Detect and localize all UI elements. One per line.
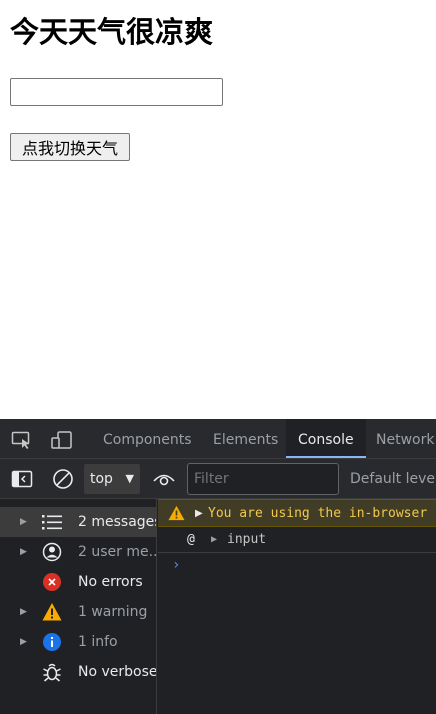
stack-trace-row[interactable]: @ ▶ input <box>158 527 436 553</box>
text-input[interactable] <box>10 78 223 106</box>
devtools-panel: Components Elements Console Network top … <box>0 419 436 714</box>
expand-triangle-icon: ▶ <box>20 607 27 617</box>
inspect-element-icon[interactable] <box>11 431 33 449</box>
error-icon <box>42 572 62 592</box>
log-levels-dropdown[interactable]: Default levels <box>350 459 436 499</box>
console-output: ▶ You are using the in-browser @ ▶ input… <box>158 499 436 714</box>
bug-icon <box>42 662 62 682</box>
clear-console-icon[interactable] <box>52 468 74 490</box>
tab-components[interactable]: Components <box>103 419 192 458</box>
sidebar-item-label: No errors <box>78 574 143 590</box>
expand-triangle-icon: ▶ <box>20 517 27 527</box>
tab-network[interactable]: Network <box>376 419 434 458</box>
stack-trace-label: input <box>227 532 267 547</box>
warning-message-row[interactable]: ▶ You are using the in-browser <box>158 499 436 527</box>
expand-triangle-icon: ▶ <box>20 547 27 557</box>
user-icon <box>42 542 62 562</box>
expand-triangle-icon[interactable]: ▶ <box>195 500 203 526</box>
device-toolbar-icon[interactable] <box>51 431 73 449</box>
info-icon <box>42 632 62 652</box>
devtools-tabbar: Components Elements Console Network <box>0 419 436 459</box>
sidebar-item-errors[interactable]: No errors <box>0 567 156 597</box>
page-heading: 今天天气很凉爽 <box>10 15 214 49</box>
page-content: 今天天气很凉爽 点我切换天气 <box>0 0 436 419</box>
sidebar-item-label: 2 user me... <box>78 544 156 560</box>
warning-icon <box>168 505 185 521</box>
stack-at-symbol: @ <box>187 532 195 547</box>
expand-triangle-icon: ▶ <box>20 637 27 647</box>
sidebar-item-label: No verbose <box>78 664 156 680</box>
expand-triangle-icon[interactable]: ▶ <box>211 527 217 552</box>
context-label: top <box>90 471 113 487</box>
sidebar-item-verbose[interactable]: No verbose <box>0 657 156 687</box>
sidebar-item-info[interactable]: ▶ 1 info <box>0 627 156 657</box>
sidebar-item-messages[interactable]: ▶ 2 messages <box>0 507 156 537</box>
sidebar-item-label: 2 messages <box>78 514 156 530</box>
console-toolbar: top ▼ Default levels <box>0 459 436 499</box>
tab-console[interactable]: Console <box>286 419 366 458</box>
context-selector[interactable]: top ▼ <box>84 464 140 494</box>
list-icon <box>42 512 62 532</box>
filter-input[interactable] <box>187 463 339 495</box>
live-expression-eye-icon[interactable] <box>152 470 176 488</box>
warning-icon <box>42 602 62 622</box>
console-sidebar: ▶ 2 messages ▶ 2 user me... No errors ▶ … <box>0 499 157 714</box>
sidebar-item-label: 1 info <box>78 634 118 650</box>
sidebar-item-label: 1 warning <box>78 604 148 620</box>
chevron-down-icon: ▼ <box>125 472 134 485</box>
sidebar-toggle-icon[interactable] <box>11 470 33 488</box>
switch-weather-button[interactable]: 点我切换天气 <box>10 133 130 161</box>
console-prompt-icon[interactable]: › <box>172 557 180 573</box>
sidebar-item-user-messages[interactable]: ▶ 2 user me... <box>0 537 156 567</box>
tab-elements[interactable]: Elements <box>213 419 278 458</box>
sidebar-item-warnings[interactable]: ▶ 1 warning <box>0 597 156 627</box>
warning-message-text: You are using the in-browser <box>208 506 428 521</box>
